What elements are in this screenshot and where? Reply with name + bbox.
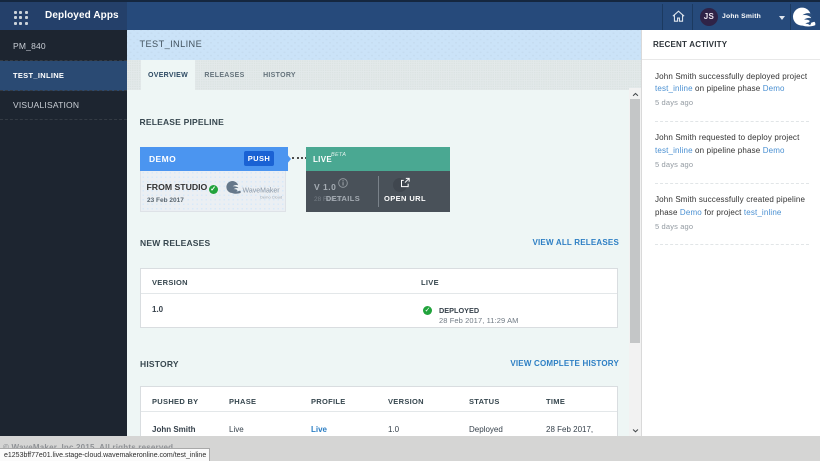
svg-text:WaveMaker: WaveMaker: [243, 188, 281, 195]
svg-text:Demo Cloud: Demo Cloud: [260, 195, 282, 200]
